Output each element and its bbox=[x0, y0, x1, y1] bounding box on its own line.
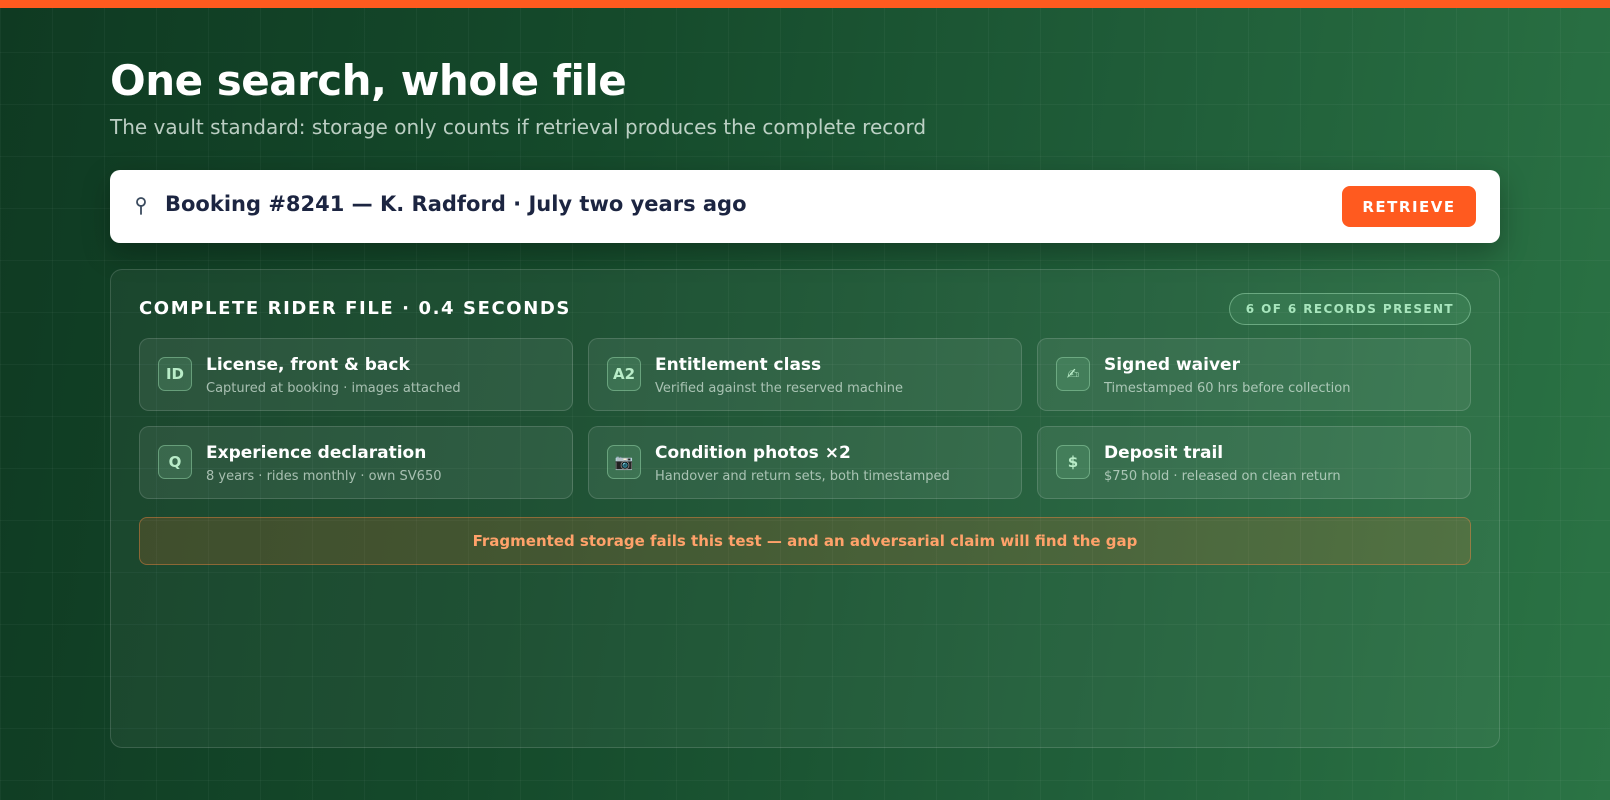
warning-banner: Fragmented storage fails this test — and… bbox=[139, 517, 1471, 565]
record-title: Entitlement class bbox=[655, 355, 822, 375]
record-title: License, front & back bbox=[206, 355, 410, 375]
questionnaire-icon: Q bbox=[158, 445, 192, 479]
record-title: Condition photos ×2 bbox=[655, 443, 851, 463]
record-card-entitlement[interactable]: A2 Entitlement class Verified against th… bbox=[588, 338, 1022, 411]
panel-heading: COMPLETE RIDER FILE · 0.4 SECONDS bbox=[139, 298, 571, 319]
retrieve-button[interactable]: RETRIEVE bbox=[1342, 186, 1476, 227]
search-bar[interactable]: Booking #8241 — K. Radford · July two ye… bbox=[110, 170, 1500, 243]
record-title: Signed waiver bbox=[1104, 355, 1240, 375]
record-cards-grid: ID License, front & back Captured at boo… bbox=[139, 338, 1471, 499]
record-card-photos[interactable]: 📷 Condition photos ×2 Handover and retur… bbox=[588, 426, 1022, 499]
record-card-experience[interactable]: Q Experience declaration 8 years · rides… bbox=[139, 426, 573, 499]
record-title: Deposit trail bbox=[1104, 443, 1224, 463]
record-description: $750 hold · released on clean return bbox=[1104, 469, 1341, 484]
record-description: Handover and return sets, both timestamp… bbox=[655, 469, 950, 484]
page-subtitle: The vault standard: storage only counts … bbox=[110, 115, 927, 139]
record-card-deposit[interactable]: $ Deposit trail $750 hold · released on … bbox=[1037, 426, 1471, 499]
record-description: Timestamped 60 hrs before collection bbox=[1104, 381, 1351, 396]
signature-icon: ✍ bbox=[1056, 357, 1090, 391]
page-title: One search, whole file bbox=[110, 56, 627, 105]
id-card-icon: ID bbox=[158, 357, 192, 391]
records-status-badge: 6 OF 6 RECORDS PRESENT bbox=[1228, 293, 1471, 325]
dollar-icon: $ bbox=[1056, 445, 1090, 479]
map-pin-icon bbox=[136, 197, 146, 215]
record-card-license[interactable]: ID License, front & back Captured at boo… bbox=[139, 338, 573, 411]
record-title: Experience declaration bbox=[206, 443, 427, 463]
top-accent-bar bbox=[0, 0, 1610, 8]
search-query-value[interactable]: Booking #8241 — K. Radford · July two ye… bbox=[165, 192, 747, 216]
record-card-waiver[interactable]: ✍ Signed waiver Timestamped 60 hrs befor… bbox=[1037, 338, 1471, 411]
record-description: 8 years · rides monthly · own SV650 bbox=[206, 469, 442, 484]
camera-icon: 📷 bbox=[607, 445, 641, 479]
rider-file-panel: COMPLETE RIDER FILE · 0.4 SECONDS 6 OF 6… bbox=[110, 269, 1500, 748]
license-class-icon: A2 bbox=[607, 357, 641, 391]
record-description: Verified against the reserved machine bbox=[655, 381, 904, 396]
record-description: Captured at booking · images attached bbox=[206, 381, 461, 396]
